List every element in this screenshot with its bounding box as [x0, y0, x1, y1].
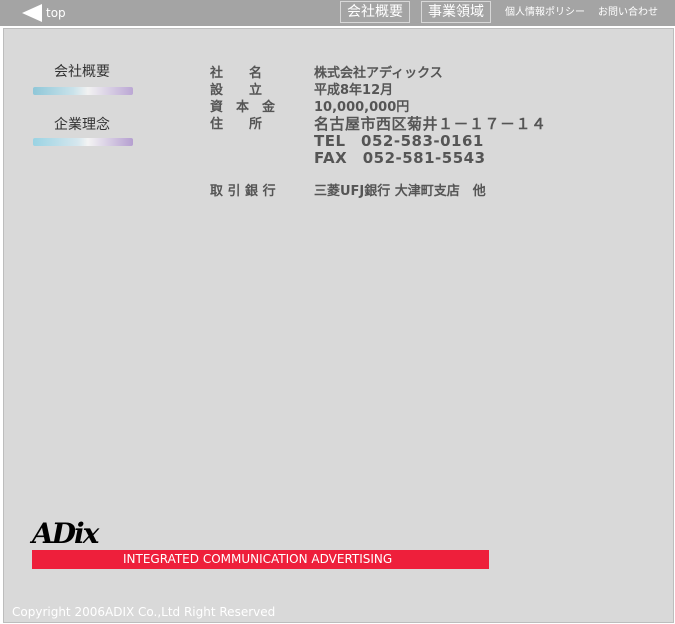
copyright: Copyright 2006ADIX Co.,Ltd Right Reserve…	[12, 605, 276, 619]
adix-logo: ADix	[32, 517, 99, 550]
top-link-label: top	[46, 6, 66, 20]
nav-privacy-policy[interactable]: 個人情報ポリシー	[505, 5, 585, 21]
info-label: 設 立	[210, 83, 263, 98]
info-label: 住 所	[210, 117, 263, 132]
info-label: 資 本 金	[210, 100, 276, 115]
info-label: 社 名	[210, 66, 263, 81]
sidebar-item-company-overview[interactable]: 会社概要	[54, 63, 110, 81]
sidebar-underline	[33, 87, 133, 95]
info-label: 取 引 銀 行	[210, 184, 276, 199]
sidebar-underline	[33, 138, 133, 146]
header-bar: top 会社概要 事業領域 個人情報ポリシー お問い合わせ	[0, 0, 675, 26]
top-link[interactable]: top	[22, 3, 66, 23]
nav-business-domain[interactable]: 事業領域	[421, 1, 491, 23]
phone-number: TEL 052-583-0161	[314, 132, 484, 150]
info-value: 三菱UFJ銀行 大津町支店 他	[314, 184, 486, 199]
left-arrow-icon	[22, 4, 42, 22]
info-value: 平成8年12月	[314, 83, 394, 98]
nav-company-overview[interactable]: 会社概要	[340, 1, 410, 23]
info-value: 10,000,000円	[314, 100, 410, 115]
info-value: 名古屋市西区菊井１－１７－１４	[314, 115, 547, 133]
content-panel: 会社概要 企業理念 社 名 株式会社アディックス 設 立 平成8年12月 資 本…	[3, 28, 674, 623]
info-value: 株式会社アディックス	[314, 66, 443, 81]
sidebar-item-philosophy[interactable]: 企業理念	[54, 116, 110, 134]
nav-contact[interactable]: お問い合わせ	[598, 5, 658, 21]
tagline-banner: INTEGRATED COMMUNICATION ADVERTISING	[32, 550, 489, 569]
fax-number: FAX 052-581-5543	[314, 149, 486, 167]
